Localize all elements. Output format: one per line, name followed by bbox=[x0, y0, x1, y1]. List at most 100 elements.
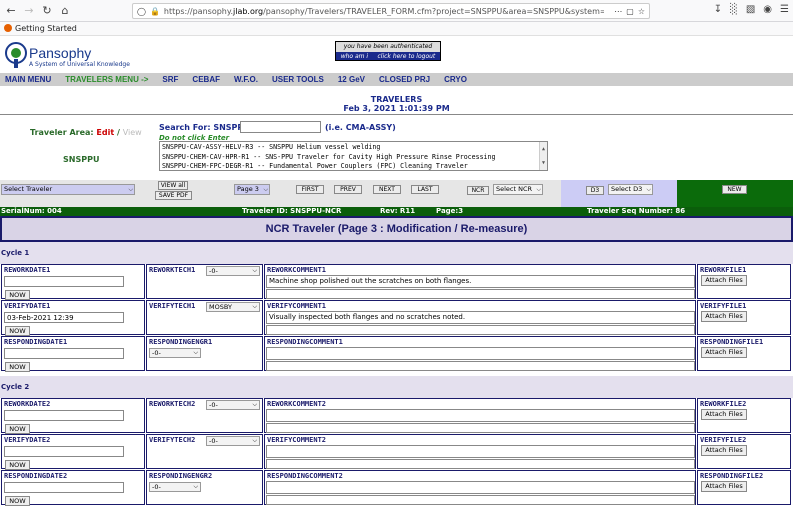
date-input[interactable] bbox=[4, 312, 124, 323]
forward-icon[interactable]: → bbox=[22, 4, 36, 17]
view-all-button[interactable]: VIEW all bbox=[158, 181, 188, 190]
tech-select[interactable]: MOSBY ⌵ bbox=[206, 302, 260, 312]
comment-input[interactable] bbox=[266, 409, 695, 422]
date-input[interactable] bbox=[4, 276, 124, 287]
last-button[interactable]: LAST bbox=[411, 185, 439, 194]
address-bar[interactable]: ◯ 🔒 https://pansophy.jlab.org/pansophy/T… bbox=[132, 3, 650, 19]
date-input[interactable] bbox=[4, 482, 124, 493]
bookmark-getting-started[interactable]: Getting Started bbox=[15, 24, 77, 33]
new-button[interactable]: NEW bbox=[722, 185, 747, 194]
page-select[interactable]: Page 3 ⌵ bbox=[234, 184, 270, 195]
list-item[interactable]: SNSPPU-CHEM-CAV-HPR-R1 -- SNS-PPU Travel… bbox=[162, 153, 545, 163]
search-input[interactable] bbox=[240, 121, 321, 133]
save-pdf-button[interactable]: SAVE PDF bbox=[155, 191, 192, 200]
tech-label: VERIFYTECH1 bbox=[149, 302, 196, 310]
lock-icon[interactable]: 🔒 bbox=[150, 7, 160, 16]
tech-select[interactable]: -0- ⌵ bbox=[206, 266, 260, 276]
home-icon[interactable]: ⌂ bbox=[58, 4, 72, 17]
menu-item[interactable]: CEBAF bbox=[192, 75, 220, 84]
attach-files-button[interactable]: Attach Files bbox=[701, 275, 747, 286]
account-icon[interactable]: ◉ bbox=[763, 4, 772, 15]
traveler-area-label: Traveler Area: Edit / View bbox=[30, 128, 142, 137]
brand-name[interactable]: Pansophy bbox=[29, 45, 91, 61]
now-button[interactable]: NOW bbox=[5, 424, 30, 434]
library-icon[interactable]: ░ bbox=[730, 4, 738, 15]
logout-button[interactable]: click here to logout bbox=[378, 52, 436, 61]
prev-button[interactable]: PREV bbox=[334, 185, 362, 194]
date-input[interactable] bbox=[4, 348, 124, 359]
comment-input[interactable] bbox=[266, 347, 695, 360]
page-title: TRAVELERS Feb 3, 2021 1:01:39 PM bbox=[0, 95, 793, 113]
list-scrollbar[interactable]: ▲ ▼ bbox=[539, 142, 547, 170]
tech-select[interactable]: -0- ⌵ bbox=[206, 436, 260, 446]
auth-status: you have been authenticated bbox=[336, 42, 440, 52]
date-cell: RESPONDINGDATE1 NOW bbox=[1, 336, 145, 372]
chevron-down-icon: ⌵ bbox=[536, 186, 541, 193]
menu-item[interactable]: SRF bbox=[162, 75, 178, 84]
comment-input[interactable] bbox=[266, 481, 695, 494]
comment-input[interactable]: Machine shop polished out the scratches … bbox=[266, 275, 695, 288]
attach-files-button[interactable]: Attach Files bbox=[701, 311, 747, 322]
sidebar-icon[interactable]: ▧ bbox=[746, 4, 755, 15]
attach-files-button[interactable]: Attach Files bbox=[701, 481, 747, 492]
page-actions-icon[interactable]: ⋯ bbox=[614, 7, 622, 16]
menu-item[interactable]: 12 GeV bbox=[338, 75, 365, 84]
menu-item[interactable]: TRAVELERS MENU -> bbox=[65, 75, 148, 84]
attach-files-button[interactable]: Attach Files bbox=[701, 347, 747, 358]
ncr-button[interactable]: NCR bbox=[467, 186, 489, 195]
first-button[interactable]: FIRST bbox=[296, 185, 324, 194]
date-cell: VERIFYDATE2 NOW bbox=[1, 434, 145, 470]
comment-input-line[interactable] bbox=[266, 361, 695, 371]
now-button[interactable]: NOW bbox=[5, 460, 30, 470]
download-icon[interactable]: ↧ bbox=[714, 4, 722, 15]
view-link[interactable]: View bbox=[123, 128, 142, 137]
pocket-icon[interactable]: ▢ bbox=[626, 7, 634, 16]
menu-item[interactable]: CRYO bbox=[444, 75, 467, 84]
select-traveler-dropdown[interactable]: Select Traveler ⌵ bbox=[1, 184, 135, 195]
traveler-list[interactable]: SNSPPU-CAV-ASSY-HELV-R3 -- SNSPPU Helium… bbox=[159, 141, 548, 171]
attach-files-button[interactable]: Attach Files bbox=[701, 445, 747, 456]
comment-input-line[interactable] bbox=[266, 459, 695, 469]
tech-select[interactable]: -0- ⌵ bbox=[149, 482, 201, 492]
tech-select[interactable]: -0- ⌵ bbox=[206, 400, 260, 410]
comment-input[interactable]: Visually inspected both flanges and no s… bbox=[266, 311, 695, 324]
comment-input-line[interactable] bbox=[266, 289, 695, 299]
menu-icon[interactable]: ☰ bbox=[780, 4, 789, 15]
now-button[interactable]: NOW bbox=[5, 362, 30, 372]
serial-number: SerialNum: 004 bbox=[1, 207, 62, 215]
tech-select[interactable]: -0- ⌵ bbox=[149, 348, 201, 358]
menu-item[interactable]: W.F.O. bbox=[234, 75, 258, 84]
tech-label: REWORKTECH1 bbox=[149, 266, 196, 274]
next-button[interactable]: NEXT bbox=[373, 185, 401, 194]
comment-input[interactable] bbox=[266, 445, 695, 458]
who-am-i-button[interactable]: who am i bbox=[341, 52, 368, 61]
d3-select[interactable]: Select D3 ⌵ bbox=[608, 184, 653, 195]
list-item[interactable]: SNSPPU-CAV-ASSY-HELV-R3 -- SNSPPU Helium… bbox=[162, 143, 545, 153]
page-heading: TRAVELERS bbox=[370, 95, 423, 104]
d3-button[interactable]: D3 bbox=[586, 186, 604, 195]
menu-item[interactable]: CLOSED PRJ bbox=[379, 75, 430, 84]
back-icon[interactable]: ← bbox=[4, 4, 18, 17]
bookmark-star-icon[interactable]: ☆ bbox=[638, 7, 645, 16]
shield-icon[interactable]: ◯ bbox=[137, 7, 146, 16]
traveler-status-bar: SerialNum: 004 Traveler ID: SNSPPU-NCR R… bbox=[0, 207, 793, 216]
reload-icon[interactable]: ↻ bbox=[40, 4, 54, 17]
ncr-select[interactable]: Select NCR ⌵ bbox=[493, 184, 543, 195]
date-cell: RESPONDINGDATE2 NOW bbox=[1, 470, 145, 506]
comment-input-line[interactable] bbox=[266, 423, 695, 433]
date-input[interactable] bbox=[4, 410, 124, 421]
now-button[interactable]: NOW bbox=[5, 326, 30, 336]
attach-files-button[interactable]: Attach Files bbox=[701, 409, 747, 420]
now-button[interactable]: NOW bbox=[5, 496, 30, 506]
menu-item[interactable]: MAIN MENU bbox=[5, 75, 51, 84]
comment-input-line[interactable] bbox=[266, 325, 695, 335]
date-label: REWORKDATE2 bbox=[4, 400, 51, 408]
comment-input-line[interactable] bbox=[266, 495, 695, 505]
edit-link[interactable]: Edit bbox=[96, 128, 114, 137]
now-button[interactable]: NOW bbox=[5, 290, 30, 300]
menu-item[interactable]: USER TOOLS bbox=[272, 75, 324, 84]
list-item[interactable]: SNSPPU-CHEM-FPC-DEGR-R1 -- Fundamental P… bbox=[162, 162, 545, 170]
file-cell: RESPONDINGFILE1 Attach Files bbox=[697, 336, 791, 371]
page-datetime: Feb 3, 2021 1:01:39 PM bbox=[343, 104, 450, 113]
date-input[interactable] bbox=[4, 446, 124, 457]
